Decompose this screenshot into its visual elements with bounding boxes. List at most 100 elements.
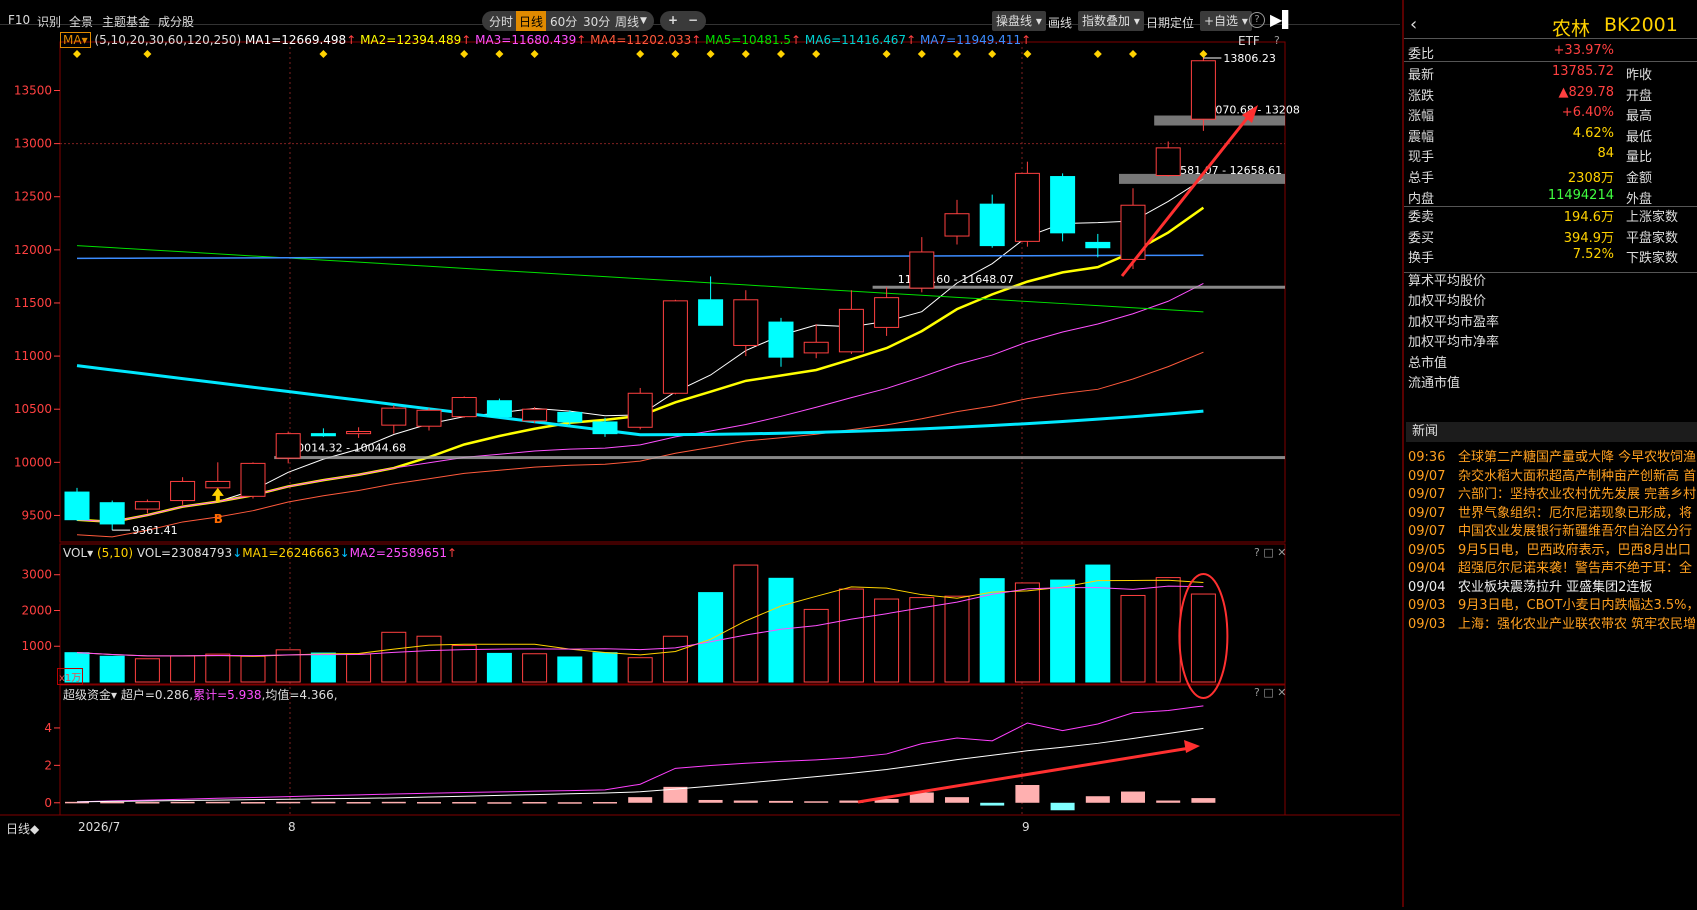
signal-diamond-icon [143, 50, 152, 58]
volume-bar-down [1050, 579, 1076, 683]
stat-item[interactable]: 总市值 [1408, 352, 1447, 371]
help-icon[interactable]: ? [1249, 12, 1265, 28]
quote-label-2: 下跌家数 [1626, 251, 1679, 267]
zoom-in-icon[interactable]: + [668, 13, 678, 27]
signal-diamond-icon [530, 50, 539, 58]
fund-bar-pos [311, 801, 336, 804]
quote-label-2: 金额 [1626, 171, 1653, 186]
quote-label: 最新 [1408, 68, 1435, 83]
index-overlay-button[interactable]: 指数叠加 ▾ [1078, 11, 1144, 31]
quote-row: 换手 7.52% 下跌家数 [1406, 244, 1696, 266]
operation-line-button[interactable]: 操盘线 ▾ [992, 11, 1046, 31]
period-indicator[interactable]: 日线◆ [6, 820, 39, 837]
candle-up [662, 300, 688, 394]
news-item[interactable]: 09/04 超强厄尔尼诺来袭！警告声不绝于耳：全 [1408, 557, 1697, 577]
volume-bar-down [557, 656, 583, 683]
quote-label: 委卖 [1408, 210, 1435, 225]
signal-diamond-icon [495, 50, 504, 58]
news-title: 六部门：坚持农业农村优先发展 完善乡村 [1458, 487, 1697, 502]
y-tick-label: 11000 [14, 349, 52, 363]
fund-select[interactable]: 超级资金▾ [63, 688, 117, 702]
news-title: 超强厄尔尼诺来袭！警告声不绝于耳：全 [1458, 561, 1693, 576]
panorama-button[interactable]: 全景 [69, 13, 93, 30]
candle-up [134, 501, 160, 510]
news-item[interactable]: 09/07 中国农业发展银行新疆维吾尔自治区分行 [1408, 520, 1697, 540]
vol-select[interactable]: VOL▾ [63, 546, 93, 560]
etf-label[interactable]: ETF [1238, 34, 1260, 48]
main-help-icon[interactable]: ? [1274, 34, 1280, 47]
news-item[interactable]: 09/05 9月5日电，巴西政府表示，巴西8月出口 [1408, 539, 1697, 559]
add-favorite-button[interactable]: +自选 ▾ [1200, 11, 1252, 31]
fund-bar-pos [346, 802, 371, 804]
gap-band [274, 456, 1285, 460]
news-time: 09:36 [1408, 450, 1446, 465]
fund-bar-pos [381, 801, 406, 804]
stat-item[interactable]: 流通市值 [1408, 372, 1460, 391]
tab-30min[interactable]: 30分 [583, 13, 610, 30]
volume-bar-up [909, 597, 935, 683]
news-item[interactable]: 09/04 农业板块震荡拉升 亚盛集团2连板 [1408, 576, 1697, 596]
news-time: 09/03 [1408, 598, 1446, 613]
fund-bar-pos [205, 801, 230, 804]
fund-lei: 累计=5.938 [193, 688, 262, 702]
back-arrow-icon[interactable]: ‹ [1410, 14, 1417, 35]
tab-60min[interactable]: 60分 [550, 13, 577, 30]
ma-values: MA1=12669.498↑ MA2=12394.489↑ MA3=11680.… [245, 33, 1032, 47]
date-locate-button[interactable]: 日期定位 [1146, 14, 1194, 31]
identify-button[interactable]: 识别 [37, 13, 61, 30]
f10-button[interactable]: F10 [8, 13, 30, 27]
stat-item[interactable]: 加权平均市盈率 [1408, 311, 1499, 330]
ma-select[interactable]: MA▾ [60, 32, 91, 48]
candle-down [1085, 241, 1111, 249]
trend-arrow-line [1120, 111, 1254, 277]
draw-line-button[interactable]: 画线 [1048, 14, 1072, 31]
fund-pane-controls[interactable]: ? □ ✕ [1254, 686, 1286, 699]
news-item[interactable]: 09/03 上海：强化农业产业联农带农 筑牢农民增 [1408, 613, 1697, 633]
news-item[interactable]: 09:36 全球第二产糖国产量或大降 今早农牧饲渔 [1408, 446, 1697, 466]
candle-down [979, 203, 1005, 247]
signal-diamond-icon [777, 50, 785, 58]
quote-label: 震幅 [1408, 129, 1435, 145]
tab-daily[interactable]: 日线 [519, 13, 543, 30]
volume-bar-down [592, 652, 618, 683]
candle-up [909, 251, 935, 289]
fund-bar-pos [733, 800, 758, 803]
fund-bar-pos [769, 800, 793, 803]
candle-up [205, 480, 231, 489]
vol-pane-controls[interactable]: ? □ ✕ [1254, 546, 1286, 559]
volume-bar-up [381, 631, 407, 683]
quote-value: 13785.72 [1551, 64, 1614, 79]
news-title: 9月3日电，CBOT小麦日内跌幅达3.5%， [1458, 598, 1697, 613]
stat-item[interactable]: 加权平均市净率 [1408, 331, 1499, 350]
fund-jun: 均值=4.366 [265, 688, 334, 702]
vol-ma1: MA1=26246663 [242, 546, 340, 560]
period-dropdown-icon[interactable]: ▼ [640, 16, 647, 26]
news-item[interactable]: 09/07 杂交水稻大面积超高产制种亩产创新高 首 [1408, 465, 1697, 485]
quote-label: 总手 [1408, 171, 1435, 186]
sector-code: BK2001 [1604, 14, 1678, 36]
candle-up [733, 299, 759, 346]
tab-weekly[interactable]: 周线 [615, 13, 639, 30]
ma4-value: MA4=11202.033 [586, 33, 692, 47]
news-item[interactable]: 09/07 六部门：坚持农业农村优先发展 完善乡村 [1408, 483, 1697, 503]
quote-row: 总手 2308万 金额 [1406, 164, 1696, 186]
stat-item[interactable]: 算术平均股价 [1408, 270, 1486, 289]
vol-tick-label: 1000 [21, 639, 52, 653]
ma7-value: MA7=11949.411 [916, 33, 1022, 47]
quote-label-2: 上涨家数 [1626, 210, 1679, 225]
zoom-out-icon[interactable]: − [688, 13, 698, 27]
signal-diamond-icon [319, 50, 328, 58]
tab-intraday[interactable]: 分时 [489, 13, 513, 30]
constituents-button[interactable]: 成分股 [158, 13, 194, 30]
news-item[interactable]: 09/07 世界气象组织：厄尔尼诺现象已形成，将 [1408, 502, 1697, 522]
news-header[interactable]: 新闻 [1406, 422, 1697, 442]
kline-chart[interactable]: 9500100001050011000115001200012500130001… [0, 30, 1400, 907]
stat-item[interactable]: 加权平均股价 [1408, 290, 1486, 309]
news-item[interactable]: 09/03 9月3日电，CBOT小麦日内跌幅达3.5%， [1408, 594, 1697, 614]
news-time: 09/04 [1408, 561, 1446, 576]
candle-up [240, 462, 266, 497]
collapse-panel-icon[interactable]: ▶▌ [1270, 10, 1295, 29]
signal-diamond-icon [636, 50, 645, 58]
fund-bar-pos [1015, 785, 1040, 803]
theme-fund-button[interactable]: 主题基金 [102, 13, 150, 30]
